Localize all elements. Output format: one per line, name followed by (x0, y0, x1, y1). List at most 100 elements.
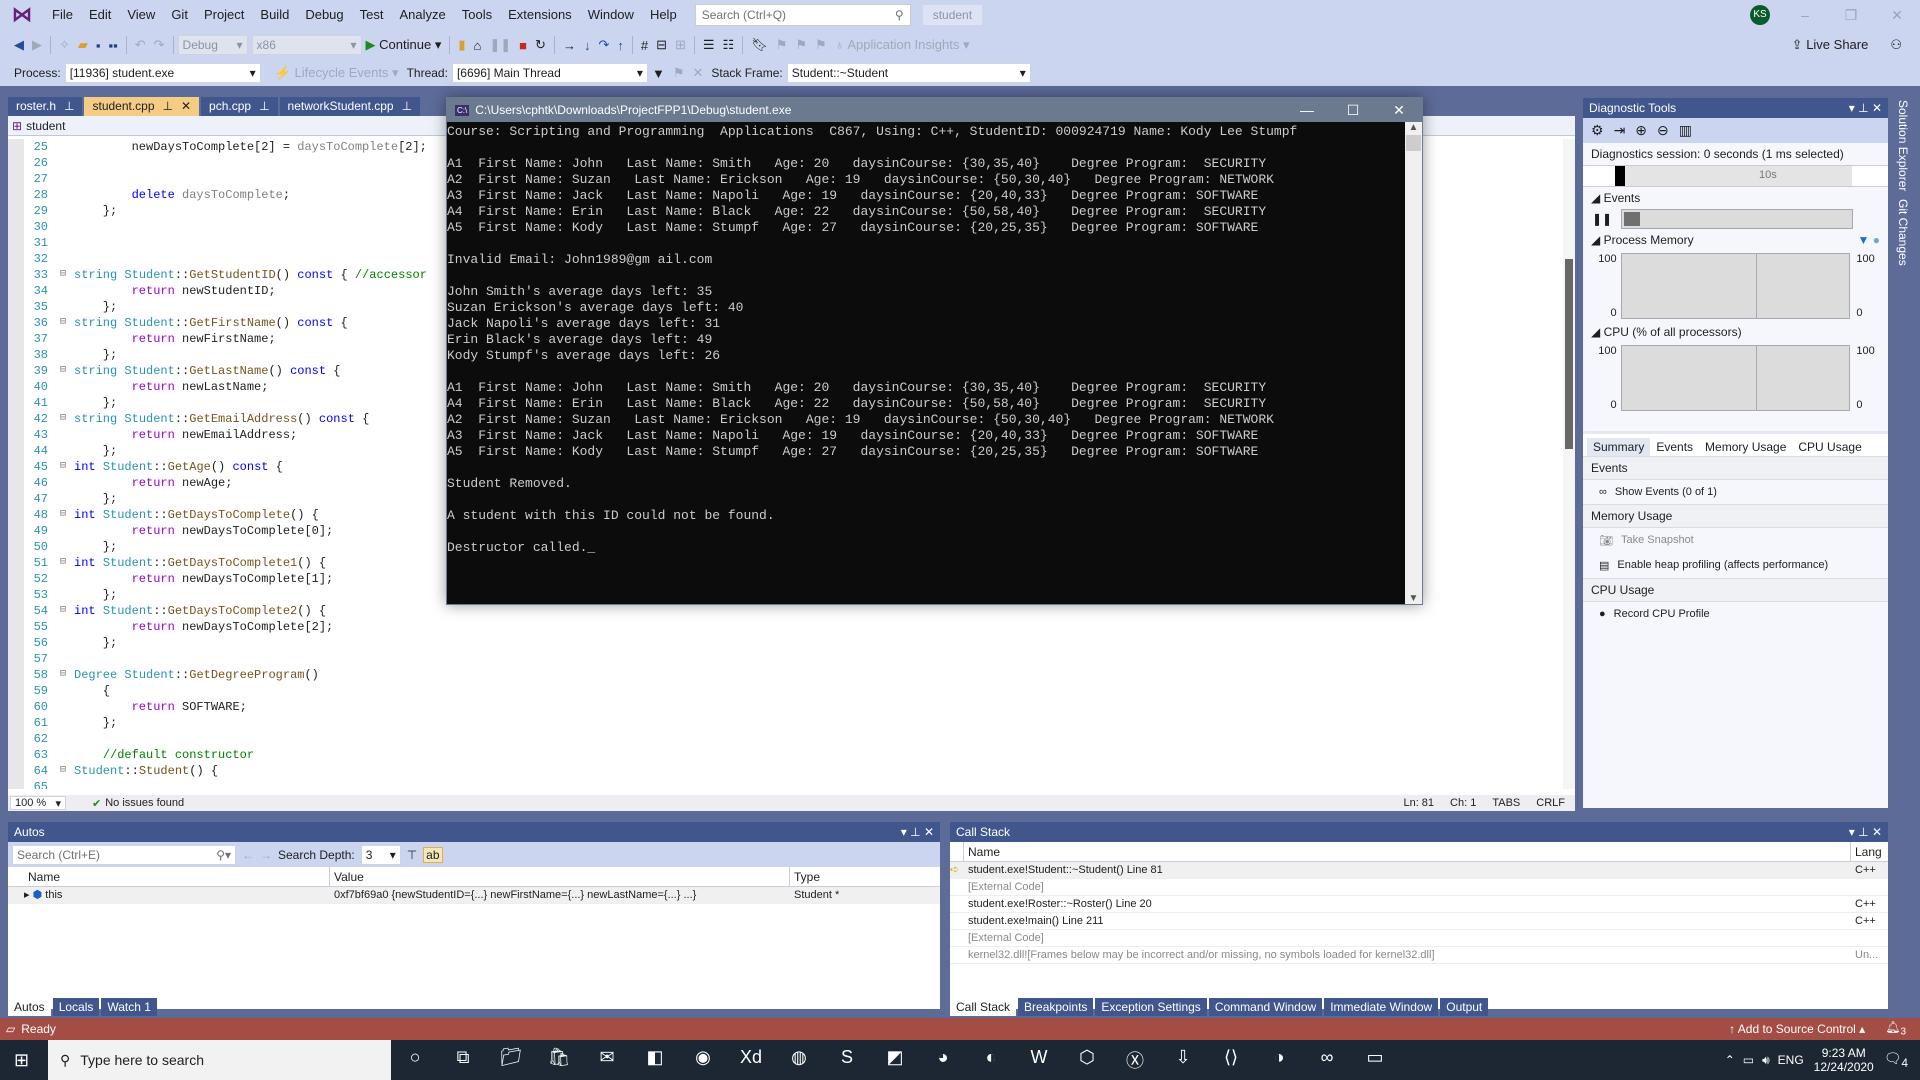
save-icon[interactable]: ▪ (92, 38, 105, 53)
search-depth-dropdown[interactable]: 3 ▾ (360, 844, 401, 865)
console-minimize-button[interactable]: — (1284, 102, 1330, 118)
cpu-section-label[interactable]: ◢ CPU (% of all processors) (1583, 321, 1888, 343)
tab-output[interactable]: Output (1440, 998, 1489, 1016)
menu-analyze[interactable]: Analyze (391, 0, 453, 30)
scrollbar-thumb[interactable] (1565, 259, 1573, 449)
app-insights-button[interactable]: ♁ Application Insights ▾ (831, 37, 974, 53)
nightly-icon[interactable]: ◍ (775, 1047, 823, 1073)
tab-watch-1[interactable]: Watch 1 (101, 998, 157, 1016)
pin-icon[interactable]: ⊥ (64, 97, 74, 116)
tab-locals[interactable]: Locals (52, 998, 100, 1016)
pin-icon[interactable]: ⊥ (163, 97, 173, 116)
xd-icon[interactable]: Xd (727, 1047, 775, 1073)
pin-icon[interactable]: ⊥ (1858, 101, 1868, 115)
menu-extensions[interactable]: Extensions (500, 0, 580, 30)
flag-all-icon[interactable]: ✕ (688, 65, 707, 81)
scrollbar-thumb[interactable] (1406, 135, 1421, 151)
maximize-button[interactable]: ❐ (1828, 7, 1874, 24)
timeline-ruler[interactable]: 10s (1583, 165, 1888, 187)
hot-reload-icon[interactable]: ▮ (454, 37, 469, 53)
console-maximize-button[interactable]: ☐ (1330, 102, 1376, 119)
clock[interactable]: 9:23 AM 12/24/2020 (1814, 1046, 1874, 1074)
step-over-icon[interactable]: ↷ (594, 37, 613, 53)
notifications-icon[interactable]: 🔔︎3 (1885, 1020, 1906, 1037)
call-stack-frame[interactable]: student.exe!main() Line 211 C++ (950, 913, 1888, 930)
installer-icon[interactable]: ⇩ (1159, 1047, 1207, 1073)
close-icon[interactable]: ✕ (1872, 101, 1882, 115)
filter-icon[interactable]: ▼ (648, 66, 669, 81)
bookmark-icon[interactable]: 🔖︎ (747, 37, 772, 53)
tab-summary[interactable]: Summary (1587, 438, 1651, 456)
flag-thread-icon[interactable]: ⚑ (669, 65, 689, 81)
project-dropdown[interactable]: student (26, 119, 65, 133)
mail-icon[interactable]: ✉ (583, 1047, 631, 1073)
menu-test[interactable]: Test (352, 0, 392, 30)
task-view-icon[interactable]: ⧉ (439, 1047, 487, 1073)
stop-icon[interactable]: ■ (515, 38, 531, 53)
menu-help[interactable]: Help (642, 0, 685, 30)
next-bookmark-icon[interactable]: ⚑ (791, 37, 811, 53)
comment-icon[interactable]: ☰ (699, 37, 719, 53)
cortana-icon[interactable]: ○ (391, 1047, 439, 1073)
close-icon[interactable]: ✕ (1872, 825, 1882, 839)
menu-tools[interactable]: Tools (454, 0, 500, 30)
tab-immediate-window[interactable]: Immediate Window (1324, 998, 1439, 1016)
issues-status[interactable]: No issues found (105, 797, 184, 809)
sublime-icon[interactable]: S (823, 1047, 871, 1073)
collapse-icon[interactable]: ⊟ (60, 507, 74, 523)
console-title-bar[interactable]: C:\ C:\Users\cphtk\Downloads\ProjectFPP1… (447, 98, 1422, 122)
tab-pch-cpp[interactable]: pch.cpp ⊥ (201, 97, 278, 116)
store-icon[interactable]: 🛍︎ (535, 1047, 583, 1073)
chart-icon[interactable]: ▥ (1679, 122, 1692, 139)
thread-dropdown[interactable]: [6696] Main Thread ▾ (451, 63, 648, 83)
menu-debug[interactable]: Debug (297, 0, 351, 30)
stack-frame-dropdown[interactable]: Student::~Student ▾ (786, 63, 1031, 83)
diagnostics-icon[interactable]: ⌂ (470, 38, 486, 53)
visual-studio-icon[interactable]: ∞ (1303, 1047, 1351, 1073)
terminal-icon[interactable]: ▭ (1351, 1047, 1399, 1073)
tab-networkStudent-cpp[interactable]: networkStudent.cpp ⊥ (279, 97, 421, 116)
tab-exception-settings[interactable]: Exception Settings (1095, 998, 1207, 1016)
dropdown-icon[interactable]: ▾ (1849, 101, 1855, 115)
expand-icon[interactable]: ▸ (24, 889, 30, 901)
forward-icon[interactable]: ▶ (28, 37, 46, 53)
call-stack-frame[interactable]: kernel32.dll![Frames below may be incorr… (950, 947, 1888, 964)
menu-view[interactable]: View (119, 0, 163, 30)
call-stack-frame[interactable]: ➪ student.exe!Student::~Student() Line 81… (950, 862, 1888, 879)
wps-icon[interactable]: W (1015, 1047, 1063, 1073)
show-next-statement-icon[interactable]: → (559, 38, 580, 53)
line-endings[interactable]: CRLF (1536, 797, 1565, 809)
menu-project[interactable]: Project (196, 0, 252, 30)
action-center-icon[interactable]: 🗨︎4 (1884, 1050, 1908, 1070)
office-icon[interactable]: ◧ (631, 1047, 679, 1073)
memory-section-label[interactable]: ◢ Process Memory ▼ ● (1583, 229, 1888, 251)
discord-icon[interactable]: ◕ (919, 1047, 967, 1073)
call-stack-frame[interactable]: [External Code] (950, 879, 1888, 896)
lifecycle-events-button[interactable]: ⚡ Lifecycle Events ▾ (271, 65, 403, 81)
zoom-out-icon[interactable]: ⊖ (1657, 122, 1669, 139)
search-back-icon[interactable]: ← (242, 848, 254, 862)
step-out-icon[interactable]: ↑ (613, 38, 628, 53)
nvidia-icon[interactable]: ◩ (871, 1047, 919, 1073)
tab-call-stack[interactable]: Call Stack (950, 998, 1017, 1016)
back-icon[interactable]: ◀ (10, 37, 28, 53)
collapse-icon[interactable]: ⊟ (60, 267, 74, 283)
console-close-button[interactable]: ✕ (1376, 102, 1422, 119)
vpn-icon[interactable]: ⬡ (1063, 1047, 1111, 1073)
hex-view-icon[interactable]: ab (423, 846, 443, 863)
continue-button[interactable]: ▶ Continue ▾ (362, 37, 446, 53)
chrome-icon[interactable]: ◉ (679, 1047, 727, 1073)
take-snapshot-button[interactable]: 📷︎ Take Snapshot (1583, 528, 1888, 553)
column-name[interactable]: Name (20, 867, 330, 886)
process-dropdown[interactable]: [11936] student.exe ▾ (64, 63, 261, 83)
pin-icon[interactable]: ⊥ (1858, 825, 1868, 839)
pause-icon[interactable]: ❚❚ (485, 37, 515, 53)
indent-mode[interactable]: TABS (1492, 797, 1520, 809)
menu-file[interactable]: File (44, 0, 81, 30)
autos-row-this[interactable]: ▸ ⬢ this 0xf7bf69a0 {newStudentID={...} … (8, 887, 940, 904)
menu-window[interactable]: Window (580, 0, 642, 30)
menu-build[interactable]: Build (252, 0, 297, 30)
dropdown-icon[interactable]: ▾ (901, 825, 907, 839)
collapse-icon[interactable]: ⊟ (60, 315, 74, 331)
collapse-icon[interactable]: ⊟ (60, 411, 74, 427)
